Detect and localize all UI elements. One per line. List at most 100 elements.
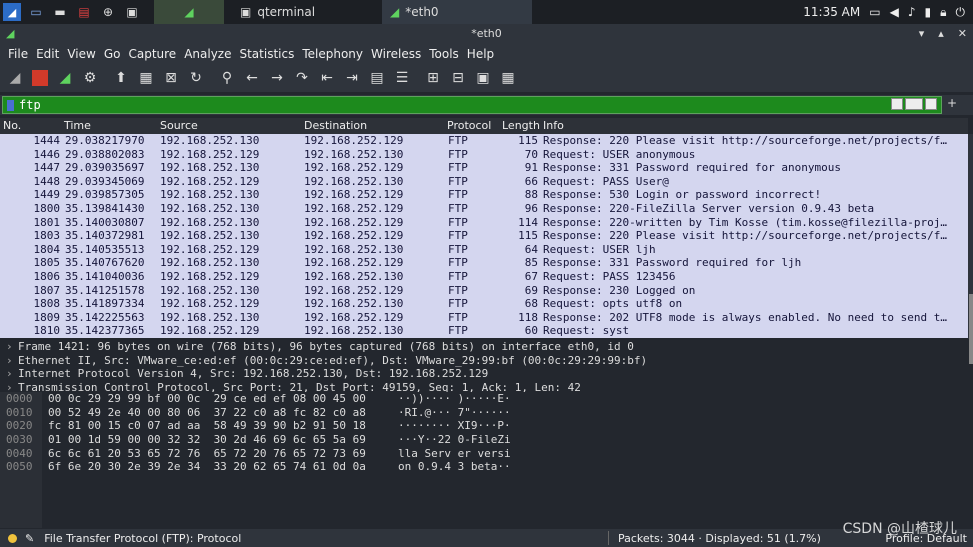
open-file-icon[interactable]: ⬆ [110,67,132,89]
packet-row[interactable]: 1444 29.038217970 192.168.252.130 192.168.2… [0,134,968,148]
menu-telephony[interactable]: Telephony [302,47,363,61]
go-to-packet-icon[interactable]: ↷ [291,67,313,89]
packet-row[interactable]: 1446 29.038802083 192.168.252.129 192.168.2… [0,148,968,162]
expand-arrow-icon[interactable]: › [6,354,18,368]
add-filter-button-icon[interactable]: + [947,96,957,110]
taskbar-task-eth0[interactable]: ◢ *eth0 [382,0,532,24]
menu-view[interactable]: View [67,47,95,61]
packet-row[interactable]: 1810 35.142377365 192.168.252.129 192.168.2… [0,324,968,338]
expand-arrow-icon[interactable]: › [6,381,18,392]
column-source[interactable]: Source [160,119,198,132]
menu-edit[interactable]: Edit [36,47,59,61]
packet-row[interactable]: 1804 35.140535513 192.168.252.129 192.168.2… [0,243,968,257]
maximize-icon[interactable]: ▴ [938,24,944,44]
menu-file[interactable]: File [8,47,28,61]
start-capture-icon[interactable]: ◢ [4,67,26,89]
bookmark-icon[interactable] [7,100,14,111]
notification-bell-icon[interactable]: ♪ [908,5,916,19]
menu-go[interactable]: Go [104,47,121,61]
go-first-packet-icon[interactable]: ⇤ [316,67,338,89]
column-no[interactable]: No. [3,119,21,132]
zoom-out-icon[interactable]: ⊟ [447,67,469,89]
close-file-icon[interactable]: ⊠ [160,67,182,89]
packet-row[interactable]: 1809 35.142225563 192.168.252.130 192.168.2… [0,311,968,325]
expand-arrow-icon[interactable]: › [6,340,18,354]
apply-filter-icon[interactable] [905,98,923,110]
detail-tree-item[interactable]: › Ethernet II, Src: VMware_ce:ed:ef (00:0… [0,354,968,368]
close-icon[interactable]: ✕ [958,24,967,44]
packet-row[interactable]: 1801 35.140030807 192.168.252.130 192.168.2… [0,216,968,230]
packet-row[interactable]: 1449 29.039857305 192.168.252.130 192.168.2… [0,188,968,202]
packet-details-pane[interactable]: › Frame 1421: 96 bytes on wire (768 bits)… [0,340,968,392]
packet-list[interactable]: 1444 29.038217970 192.168.252.130 192.168.2… [0,134,968,338]
restart-capture-icon[interactable]: ◢ [54,67,76,89]
text-editor-icon[interactable]: ▤ [75,3,93,21]
packet-row[interactable]: 1808 35.141897334 192.168.252.129 192.168.2… [0,297,968,311]
reload-file-icon[interactable]: ↻ [185,67,207,89]
menu-capture[interactable]: Capture [128,47,176,61]
go-forward-icon[interactable]: → [266,67,288,89]
autoscroll-icon[interactable]: ▤ [366,67,388,89]
go-last-packet-icon[interactable]: ⇥ [341,67,363,89]
packet-row[interactable]: 1806 35.141040036 192.168.252.129 192.168.2… [0,270,968,284]
column-time[interactable]: Time [64,119,91,132]
menu-wireless[interactable]: Wireless [371,47,421,61]
folder-icon[interactable]: ▬ [51,3,69,21]
kali-menu-icon[interactable]: ◢ [3,3,21,21]
find-packet-icon[interactable]: ⚲ [216,67,238,89]
menu-help[interactable]: Help [467,47,494,61]
packet-list-scrollbar[interactable] [968,134,973,364]
packet-row[interactable]: 1447 29.039035697 192.168.252.130 192.168.2… [0,161,968,175]
column-length[interactable]: Length [502,119,540,132]
packet-destination: 192.168.252.129 [304,188,404,202]
detail-tree-item[interactable]: › Internet Protocol Version 4, Src: 192.1… [0,367,968,381]
stop-capture-icon[interactable] [29,67,51,89]
taskbar-task-qterminal[interactable]: ▣ qterminal [232,0,382,24]
colorize-icon[interactable]: ☰ [391,67,413,89]
power-icon[interactable]: ⏻ [956,5,966,20]
capture-comment-icon[interactable]: ✎ [25,532,34,545]
save-file-icon[interactable]: ▦ [135,67,157,89]
resize-columns-icon[interactable]: ▦ [497,67,519,89]
expert-info-icon[interactable] [8,533,17,543]
desktop-icon[interactable]: ▭ [27,3,45,21]
zoom-in-icon[interactable]: ⊞ [422,67,444,89]
battery-icon[interactable]: ▮ [925,5,932,19]
scrollbar-thumb[interactable] [969,294,973,364]
packet-length: 91 [524,161,538,175]
column-protocol[interactable]: Protocol [447,119,491,132]
zoom-normal-icon[interactable]: ▣ [472,67,494,89]
packet-row[interactable]: 1800 35.139841430 192.168.252.130 192.168.2… [0,202,968,216]
terminal-icon[interactable]: ▣ [123,3,141,21]
display-icon[interactable]: ▭ [869,5,880,19]
taskbar-wireshark-launcher[interactable]: ◢ [154,0,224,24]
packet-row[interactable]: 1805 35.140767620 192.168.252.130 192.168.2… [0,256,968,270]
column-info[interactable]: Info [543,119,564,132]
packet-row[interactable]: 1448 29.039345069 192.168.252.129 192.168.2… [0,175,968,189]
minimize-icon[interactable]: ▾ [919,24,925,44]
menu-tools[interactable]: Tools [429,47,459,61]
volume-icon[interactable]: ◀ [890,5,899,19]
detail-tree-item[interactable]: › Transmission Control Protocol, Src Port… [0,381,968,392]
clear-filter-icon[interactable] [891,98,903,110]
packet-row[interactable]: 1803 35.140372981 192.168.252.130 192.168.2… [0,229,968,243]
lock-icon[interactable]: 🔒︎ [940,5,946,20]
menu-statistics[interactable]: Statistics [239,47,294,61]
packet-source: 192.168.252.130 [160,134,260,147]
packet-source: 192.168.252.130 [160,188,260,202]
column-destination[interactable]: Destination [304,119,367,132]
browser-icon[interactable]: ⊕ [99,3,117,21]
packet-bytes-pane[interactable]: 0000 00 0c 29 29 99 bf 00 0c 29 ce ed ef … [0,392,973,528]
packet-row[interactable]: 1807 35.141251578 192.168.252.130 192.168.2… [0,284,968,298]
go-back-icon[interactable]: ← [241,67,263,89]
clock[interactable]: 11:35 AM [803,5,860,19]
packet-protocol: FTP [448,269,468,283]
detail-tree-item[interactable]: › Frame 1421: 96 bytes on wire (768 bits)… [0,340,968,354]
filter-dropdown-icon[interactable] [925,98,937,110]
menubar: File Edit View Go Capture Analyze Statis… [0,44,973,64]
packet-source: 192.168.252.130 [160,161,260,175]
expand-arrow-icon[interactable]: › [6,367,18,381]
capture-options-icon[interactable]: ⚙ [79,67,101,89]
menu-analyze[interactable]: Analyze [184,47,231,61]
display-filter-input[interactable]: ftp [2,96,942,114]
